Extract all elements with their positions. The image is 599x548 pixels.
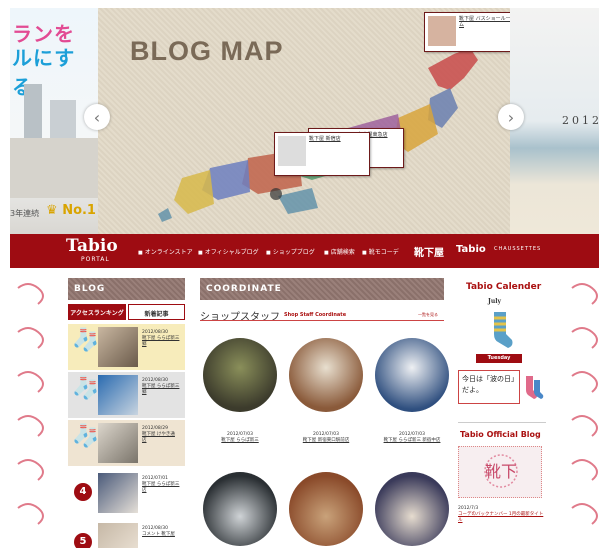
brand-tabio-link[interactable]: Tabio	[456, 244, 486, 255]
ranking-thumbnail	[98, 523, 138, 548]
ranking-thumbnail	[98, 423, 138, 463]
nav-shop-blog[interactable]: ショップブログ	[266, 247, 315, 256]
tabio-portal-logo-sub: PORTAL	[81, 256, 110, 263]
calendar-month: July	[488, 298, 501, 305]
ranking-meta: 2012/07/01 靴下屋 ららぽ新三 店	[142, 476, 184, 494]
station-graphic	[10, 138, 98, 198]
brand-kutsushitaya-link[interactable]: 靴下屋	[414, 244, 444, 259]
main-nav: Tabio PORTAL オンラインストア オフィシャルブログ ショップブログ …	[10, 234, 599, 268]
blog-heading: BLOG	[68, 278, 185, 300]
award-text: 3年連続	[10, 209, 40, 218]
coordinate-more-link[interactable]: 一覧を見る	[418, 312, 438, 318]
rank-badge: 5	[74, 533, 92, 548]
ranking-shop: コメント 靴下屋	[142, 532, 175, 537]
ranking-shop: 靴下屋 ららぽ新三	[142, 384, 180, 389]
ranking-shop: 靴下屋 ららぽ新三	[142, 336, 180, 341]
hero-carousel: ランを ルにする。 3年連続 ♛ No.1 BLOG MAP 靴下屋 バスショー…	[10, 8, 599, 234]
coordinate-item[interactable]	[200, 472, 280, 546]
ranking-meta: 2012/08/30 靴下屋 ららぽ新三 郷	[142, 378, 184, 396]
sock-icon	[494, 312, 513, 348]
decorative-border-left	[17, 283, 44, 525]
divider	[458, 422, 546, 423]
svg-text:靴下: 靴下	[485, 462, 517, 481]
official-blog-title: Tabio Official Blog	[460, 430, 541, 439]
coordinate-item[interactable]: 2012/07/03 靴下屋 ららぽ新三 新宿中店	[372, 338, 452, 443]
chevron-left-icon: ‹	[93, 107, 101, 127]
coordinate-photo	[375, 472, 449, 546]
tabio-portal-logo[interactable]: Tabio	[66, 236, 118, 256]
chevron-right-icon: ›	[507, 107, 515, 127]
coordinate-caption: 靴下屋 ららぽ新三 新宿中店	[383, 438, 441, 443]
award-rank: No.1	[62, 203, 96, 218]
official-blog-text: コーデのバックナンバー 1月の最新タイトル	[458, 512, 544, 523]
sock-icon: 🧦	[72, 376, 100, 401]
official-blog-banner-art: 靴下	[484, 454, 518, 488]
map-popup-text: 靴下屋 バスショールーム	[459, 16, 511, 28]
map-popup-thumbnail	[278, 136, 306, 166]
coordinate-photo	[289, 472, 363, 546]
ranking-row[interactable]: 🧦 2012/08/30 靴下屋 ららぽ新三 郷	[68, 372, 185, 418]
map-popup[interactable]: 靴下屋 新宿店	[274, 132, 370, 176]
ranking-row[interactable]: 4 2012/07/01 靴下屋 ららぽ新三 店	[68, 470, 185, 516]
calendar-weekday: Tuesday	[476, 354, 522, 363]
coordinate-item[interactable]: 2012/07/03 靴下屋 ららぽ新三	[200, 338, 280, 443]
sock-icon: 🧦	[72, 328, 100, 353]
hero-year: 2012	[562, 114, 599, 127]
nav-coordinate[interactable]: 靴モコーデ	[362, 247, 399, 256]
ranking-title: 郷	[142, 390, 147, 395]
coordinate-item[interactable]: 2012/07/03 靴下屋 新宿東口駅前店	[286, 338, 366, 443]
coordinate-item[interactable]	[372, 472, 452, 546]
calendar-title: Tabio Calender	[466, 282, 542, 292]
nav-store-search[interactable]: 店舗検索	[324, 247, 355, 256]
ranking-thumbnail	[98, 327, 138, 367]
sock-pair-icon	[526, 376, 544, 399]
coordinate-caption: 靴下屋 ららぽ新三	[221, 438, 259, 443]
coordinate-heading: COORDINATE	[200, 278, 444, 300]
coordinate-photo	[203, 338, 277, 412]
ranking-thumbnail	[98, 375, 138, 415]
map-popup-text: 靴下屋 新宿店	[309, 136, 341, 142]
ranking-meta: 2012/08/29 靴下屋 けやき通 店	[142, 426, 184, 444]
ranking-row[interactable]: 🧦 2012/08/30 靴下屋 ららぽ新三 郷	[68, 324, 185, 370]
brand-chaussettes-link[interactable]: CHAUSSETTES	[494, 246, 541, 252]
official-blog-banner[interactable]: 靴下	[458, 446, 542, 498]
coordinate-caption: 靴下屋 新宿東口駅前店	[302, 438, 350, 443]
award-badge: ♛ No.1	[46, 203, 96, 218]
carousel-prev-button[interactable]: ‹	[84, 104, 110, 130]
main-content: BLOG アクセスランキング 新着記事 🧦 2012/08/30 靴下屋 ららぽ…	[10, 268, 599, 548]
map-popup-thumbnail	[428, 16, 456, 46]
decorative-border-right	[571, 283, 598, 525]
ranking-title: 店	[142, 438, 147, 443]
tab-access-ranking[interactable]: アクセスランキング	[68, 304, 126, 320]
ranking-meta: 2012/08/30 靴下屋 ららぽ新三 郷	[142, 330, 184, 348]
tab-new-posts[interactable]: 新着記事	[128, 304, 185, 320]
coordinate-photo	[289, 338, 363, 412]
nav-official-blog[interactable]: オフィシャルブログ	[198, 247, 259, 256]
map-popup[interactable]: 靴下屋 バスショールーム	[424, 12, 516, 52]
calendar-note: 今日は「波の日」だよ。	[458, 370, 520, 404]
ranking-meta: 2012/08/30 コメント 靴下屋	[142, 526, 184, 538]
ranking-title: 郷	[142, 342, 147, 347]
ranking-row[interactable]: 5 2012/08/30 コメント 靴下屋	[68, 520, 185, 548]
coordinate-subtitle: Shop Staff Coordinate	[284, 312, 347, 318]
ranking-shop: 靴下屋 ららぽ新三	[142, 482, 180, 487]
official-blog-entry[interactable]: 2012/7/3 コーデのバックナンバー 1月の最新タイトル	[458, 506, 546, 523]
ranking-title: 店	[142, 488, 147, 493]
coordinate-photo	[203, 472, 277, 546]
ranking-row[interactable]: 🧦 2012/08/29 靴下屋 けやき通 店	[68, 420, 185, 466]
ranking-thumbnail	[98, 473, 138, 513]
coordinate-item[interactable]	[286, 472, 366, 546]
coordinate-photo	[375, 338, 449, 412]
nav-online-store[interactable]: オンラインストア	[138, 247, 193, 256]
carousel-next-button[interactable]: ›	[498, 104, 524, 130]
blog-map[interactable]: BLOG MAP 靴下屋 バスショールーム Tabio 名古屋東急店 靴下屋 新…	[98, 8, 516, 234]
rank-badge: 4	[74, 483, 92, 501]
divider	[200, 320, 444, 321]
sock-icon: 🧦	[72, 424, 100, 449]
